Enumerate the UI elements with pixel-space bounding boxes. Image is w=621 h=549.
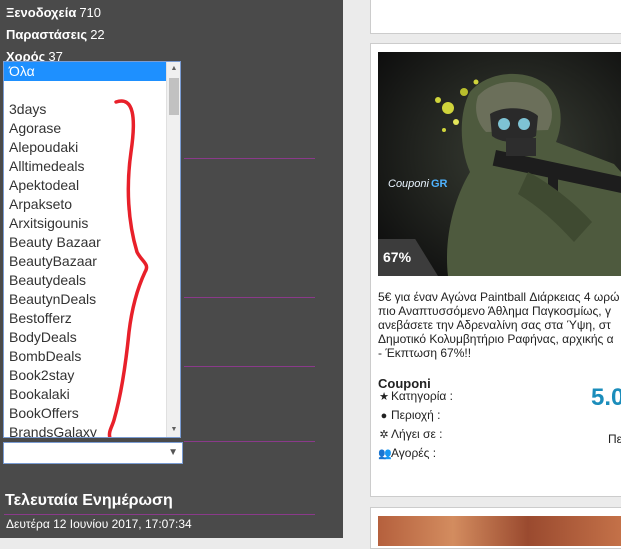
meta-region: ● Περιοχή : bbox=[378, 408, 441, 422]
meta-label: Κατηγορία : bbox=[391, 389, 453, 403]
deal-card[interactable]: Couponi GR 67% 5€ για έναν Αγώνα Paintba… bbox=[370, 43, 621, 497]
couponi-logo: Couponi bbox=[388, 178, 430, 190]
listbox-option[interactable]: BombDeals bbox=[4, 347, 166, 366]
category-count: 710 bbox=[79, 5, 102, 20]
category-label: Παραστάσεις bbox=[6, 27, 88, 42]
scroll-down-arrow-icon[interactable]: ▼ bbox=[167, 423, 180, 437]
meta-purchases: 👥Αγορές : bbox=[378, 446, 436, 460]
listbox-option[interactable]: Arxitsigounis bbox=[4, 214, 166, 233]
listbox-option[interactable]: Beauty Bazaar bbox=[4, 233, 166, 252]
deal-image[interactable]: Couponi GR 67% bbox=[378, 52, 621, 276]
scroll-up-arrow-icon[interactable]: ▲ bbox=[167, 62, 180, 76]
meta-label: Λήγει σε : bbox=[391, 427, 443, 441]
deal-price: 5.0 bbox=[591, 384, 621, 411]
listbox-option[interactable]: Book2stay bbox=[4, 366, 166, 385]
category-shows[interactable]: Παραστάσεις 22 bbox=[6, 27, 105, 42]
listbox-scrollbar[interactable]: ▲ ▼ bbox=[166, 62, 180, 437]
merchant-select[interactable]: ▼ bbox=[3, 442, 183, 464]
category-label: Ξενοδοχεία bbox=[6, 5, 77, 20]
divider bbox=[184, 158, 315, 159]
next-deal-image[interactable] bbox=[378, 516, 621, 546]
listbox-option-empty[interactable] bbox=[4, 81, 166, 100]
listbox-option[interactable]: BeautynDeals bbox=[4, 290, 166, 309]
listbox-option[interactable]: Beautydeals bbox=[4, 271, 166, 290]
listbox-option[interactable]: Alltimedeals bbox=[4, 157, 166, 176]
svg-text:GR: GR bbox=[431, 178, 448, 190]
listbox-option[interactable]: BrandsGalaxy bbox=[4, 423, 166, 437]
listbox-option[interactable]: Alepoudaki bbox=[4, 138, 166, 157]
deal-description[interactable]: 5€ για έναν Αγώνα Paintball Διάρκειας 4 … bbox=[378, 290, 621, 360]
listbox-option[interactable]: 3days bbox=[4, 100, 166, 119]
last-update-title: Τελευταία Ενημέρωση bbox=[5, 492, 173, 509]
sidebar: Ξενοδοχεία 710 Παραστάσεις 22 Χορός 37 Όλα … bbox=[0, 0, 343, 538]
meta-label: Περιοχή : bbox=[391, 408, 441, 422]
expire-icon: ✲ bbox=[379, 429, 389, 441]
location-pin-icon: ● bbox=[380, 410, 388, 422]
listbox-option[interactable]: BeautyBazaar bbox=[4, 252, 166, 271]
divider bbox=[184, 441, 315, 442]
star-icon: ★ bbox=[379, 391, 389, 403]
category-count: 22 bbox=[90, 27, 105, 42]
deals-content: Couponi GR 67% 5€ για έναν Αγώνα Paintba… bbox=[343, 0, 621, 549]
last-update-date: Δευτέρα 12 Ιουνίου 2017, 17:07:34 bbox=[6, 517, 192, 531]
listbox-option[interactable]: BodyDeals bbox=[4, 328, 166, 347]
listbox-option[interactable]: Agorase bbox=[4, 119, 166, 138]
listbox-option[interactable]: Bookalaki bbox=[4, 385, 166, 404]
chevron-down-icon: ▼ bbox=[168, 447, 178, 458]
divider bbox=[184, 297, 315, 298]
listbox-option[interactable]: Bestofferz bbox=[4, 309, 166, 328]
listbox-option[interactable]: Apektodeal bbox=[4, 176, 166, 195]
listbox-option-all[interactable]: Όλα bbox=[4, 62, 166, 81]
meta-category: ★ Κατηγορία : bbox=[378, 389, 453, 403]
meta-category-value[interactable]: Πε bbox=[608, 432, 621, 446]
listbox-option[interactable]: BookOffers bbox=[4, 404, 166, 423]
scroll-thumb[interactable] bbox=[169, 78, 179, 115]
category-hotels[interactable]: Ξενοδοχεία 710 bbox=[6, 5, 101, 20]
meta-label: Αγορές : bbox=[391, 446, 437, 460]
divider bbox=[184, 366, 315, 367]
users-icon: 👥 bbox=[378, 448, 392, 460]
divider bbox=[4, 514, 315, 515]
next-deal-card[interactable] bbox=[370, 507, 621, 549]
merchant-listbox[interactable]: Όλα 3days Agorase Alepoudaki Alltimedeal… bbox=[3, 61, 181, 438]
meta-expires: ✲ Λήγει σε : bbox=[378, 427, 442, 441]
listbox-option[interactable]: Arpakseto bbox=[4, 195, 166, 214]
previous-deal-card[interactable] bbox=[370, 0, 621, 34]
